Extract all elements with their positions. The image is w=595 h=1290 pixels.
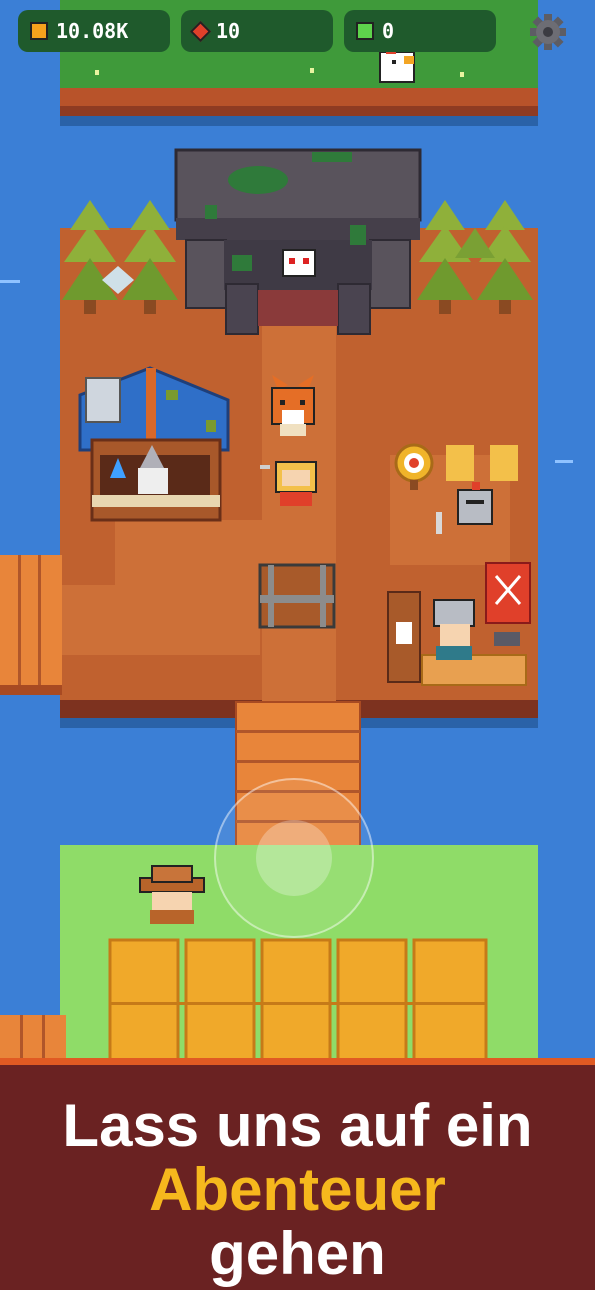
joystick-knob[interactable] (256, 820, 332, 896)
ruby-icon (189, 20, 212, 42)
gem-counter: 0 (344, 10, 496, 52)
left-dock (0, 555, 62, 695)
ruby-counter: 10 (181, 10, 333, 52)
gold-counter: 10.08K (18, 10, 170, 52)
gear-icon[interactable] (528, 12, 568, 52)
banner-line-2-highlight: Abenteuer (149, 1156, 446, 1223)
skull-icon (282, 249, 316, 277)
virtual-joystick[interactable] (214, 778, 374, 938)
wheat-fields[interactable] (108, 938, 488, 1062)
gold-value: 10.08K (56, 19, 129, 43)
gold-coin-icon (30, 22, 48, 40)
temple[interactable] (174, 148, 422, 335)
banner-line-1: Lass uns auf ein (62, 1092, 533, 1159)
promo-banner: Lass uns auf ein Abenteuer gehen (0, 1058, 595, 1290)
game-screen: 10.08K 10 0 Lass uns auf ein Abenteuer g… (0, 0, 595, 1290)
gem-value: 0 (382, 19, 395, 43)
treasure-chest[interactable] (258, 563, 336, 629)
ruby-value: 10 (216, 19, 241, 43)
viking-smith-npc[interactable] (433, 599, 475, 660)
green-gem-icon (356, 22, 374, 40)
banner-line-3: gehen (209, 1220, 386, 1287)
wizard-shop[interactable] (78, 366, 230, 522)
